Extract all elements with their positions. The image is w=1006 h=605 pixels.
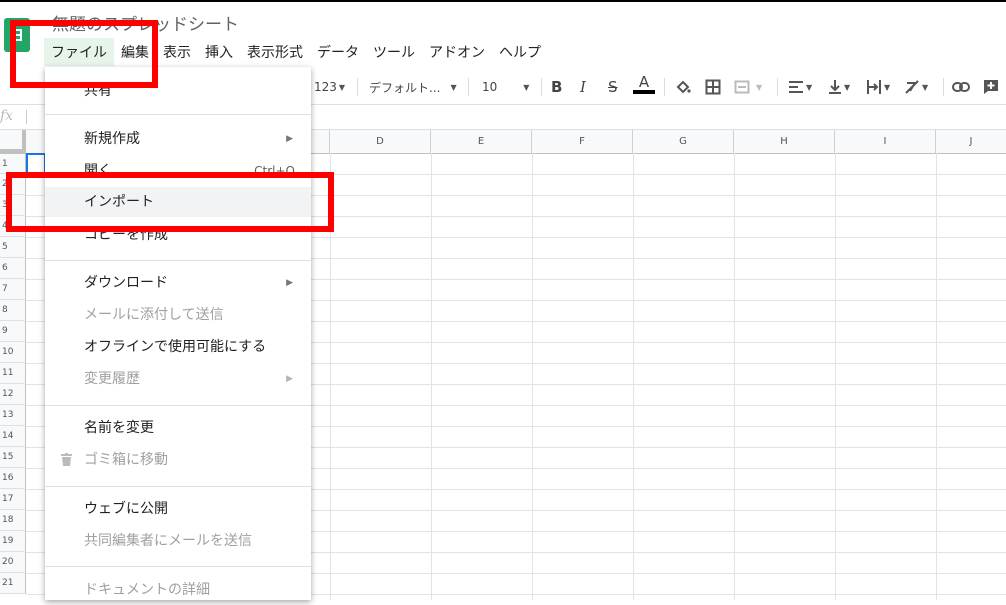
menu-help[interactable]: ヘルプ [492, 38, 548, 66]
menu-email-collaborators: 共同編集者にメールを送信 [45, 526, 311, 556]
active-cell-outline[interactable] [26, 153, 46, 174]
column-header-h[interactable]: H [734, 130, 835, 153]
menu-move-to-trash-label: ゴミ箱に移動 [84, 452, 168, 468]
italic-icon[interactable]: I [580, 76, 586, 98]
font-family-dropdown[interactable]: デフォルト... ▼ [369, 76, 457, 98]
text-wrapping-icon[interactable]: ▼ [866, 76, 890, 98]
menu-divider [45, 114, 311, 115]
fill-color-icon[interactable] [675, 76, 691, 98]
row-header[interactable]: 14 [0, 426, 26, 447]
submenu-arrow-icon: ▶ [286, 134, 293, 144]
number-format-label: 123 [314, 80, 337, 94]
toolbar-divider [943, 78, 944, 96]
menu-document-details-label: ドキュメントの詳細 [84, 582, 210, 598]
row-header[interactable]: 21 [0, 573, 26, 594]
menu-publish-label: ウェブに公開 [84, 501, 168, 517]
toolbar-divider [777, 78, 778, 96]
row-header[interactable]: 10 [0, 342, 26, 363]
menu-divider [45, 486, 311, 487]
toolbar-divider [664, 78, 665, 96]
row-header[interactable]: 20 [0, 552, 26, 573]
toolbar-divider [468, 78, 469, 96]
row-header[interactable]: 7 [0, 279, 26, 300]
file-menu: 共有 新規作成 ▶ 開く Ctrl+O インポート コピーを作成 ダウンロード … [45, 67, 311, 600]
column-header-d[interactable]: D [330, 130, 431, 153]
menu-offline-label: オフラインで使用可能にする [84, 339, 267, 355]
row-header[interactable]: 9 [0, 321, 26, 342]
insert-comment-icon[interactable] [983, 76, 999, 98]
row-header[interactable]: 17 [0, 489, 26, 510]
bold-icon[interactable]: B [551, 76, 562, 98]
row-header[interactable]: 5 [0, 237, 26, 258]
menu-rename-label: 名前を変更 [84, 420, 154, 436]
row-header[interactable]: 19 [0, 531, 26, 552]
font-family-label: デフォルト... [369, 80, 441, 95]
select-all-corner[interactable] [0, 130, 26, 153]
number-format-dropdown[interactable]: 123 ▼ [314, 76, 345, 98]
column-header-e[interactable]: E [431, 130, 532, 153]
menu-version-history-label: 変更履歴 [84, 371, 140, 387]
row-header[interactable]: 16 [0, 468, 26, 489]
row-header[interactable]: 6 [0, 258, 26, 279]
menu-new[interactable]: 新規作成 ▶ [45, 124, 311, 154]
column-header-f[interactable]: F [532, 130, 633, 153]
row-header[interactable]: 13 [0, 405, 26, 426]
borders-icon[interactable] [705, 76, 721, 98]
row-header[interactable]: 8 [0, 300, 26, 321]
fx-label: fx [0, 108, 14, 124]
menu-new-label: 新規作成 [84, 131, 140, 147]
font-size-dropdown[interactable]: 10 ▼ [482, 76, 529, 98]
toolbar-divider [357, 78, 358, 96]
menu-divider [45, 566, 311, 567]
menu-document-details: ドキュメントの詳細 [45, 575, 311, 605]
strikethrough-icon[interactable]: S [608, 76, 618, 98]
row-header[interactable]: 18 [0, 510, 26, 531]
merge-cells-icon[interactable]: ▼ [734, 76, 762, 98]
menu-view[interactable]: 表示 [156, 38, 198, 66]
menu-move-to-trash: ゴミ箱に移動 [45, 445, 311, 475]
menu-offline[interactable]: オフラインで使用可能にする [45, 332, 311, 362]
font-size-label: 10 [482, 80, 498, 94]
text-rotation-icon[interactable]: ▼ [904, 76, 928, 98]
trash-icon [61, 453, 72, 466]
toolbar-divider [541, 78, 542, 96]
menu-email-attachment: メールに添付して送信 [45, 300, 311, 330]
caret-down-icon: ▼ [450, 82, 457, 92]
row-header[interactable]: 15 [0, 447, 26, 468]
formula-divider [26, 110, 27, 124]
column-header-i[interactable]: I [835, 130, 936, 153]
horizontal-align-icon[interactable]: ▼ [788, 76, 812, 98]
menu-publish[interactable]: ウェブに公開 [45, 494, 311, 524]
column-header-j[interactable]: J [936, 130, 1006, 153]
row-header[interactable]: 12 [0, 384, 26, 405]
caret-down-icon: ▼ [338, 82, 346, 92]
menu-tools[interactable]: ツール [366, 38, 422, 66]
menu-addons[interactable]: アドオン [422, 38, 492, 66]
insert-link-icon[interactable] [952, 76, 970, 98]
menu-divider [45, 405, 311, 406]
highlight-box-import [6, 172, 334, 232]
caret-down-icon: ▼ [523, 82, 530, 92]
text-color-icon[interactable]: A [633, 74, 655, 96]
menu-rename[interactable]: 名前を変更 [45, 413, 311, 443]
menu-email-collaborators-label: 共同編集者にメールを送信 [84, 533, 252, 549]
menu-download-label: ダウンロード [84, 275, 168, 291]
highlight-box-file-menu [10, 20, 158, 88]
menu-email-attachment-label: メールに添付して送信 [84, 307, 224, 323]
menu-format[interactable]: 表示形式 [240, 38, 310, 66]
menu-version-history: 変更履歴 ▶ [45, 364, 311, 394]
column-header-g[interactable]: G [633, 130, 734, 153]
menu-data[interactable]: データ [310, 38, 366, 66]
menu-download[interactable]: ダウンロード ▶ [45, 268, 311, 298]
row-header[interactable]: 11 [0, 363, 26, 384]
window-top-border [0, 0, 1006, 2]
menu-divider [45, 260, 311, 261]
vertical-align-icon[interactable]: ▼ [828, 76, 850, 98]
submenu-arrow-icon: ▶ [286, 278, 293, 288]
menu-insert[interactable]: 挿入 [198, 38, 240, 66]
submenu-arrow-icon: ▶ [286, 374, 293, 384]
row-header[interactable]: 1 [0, 154, 26, 174]
